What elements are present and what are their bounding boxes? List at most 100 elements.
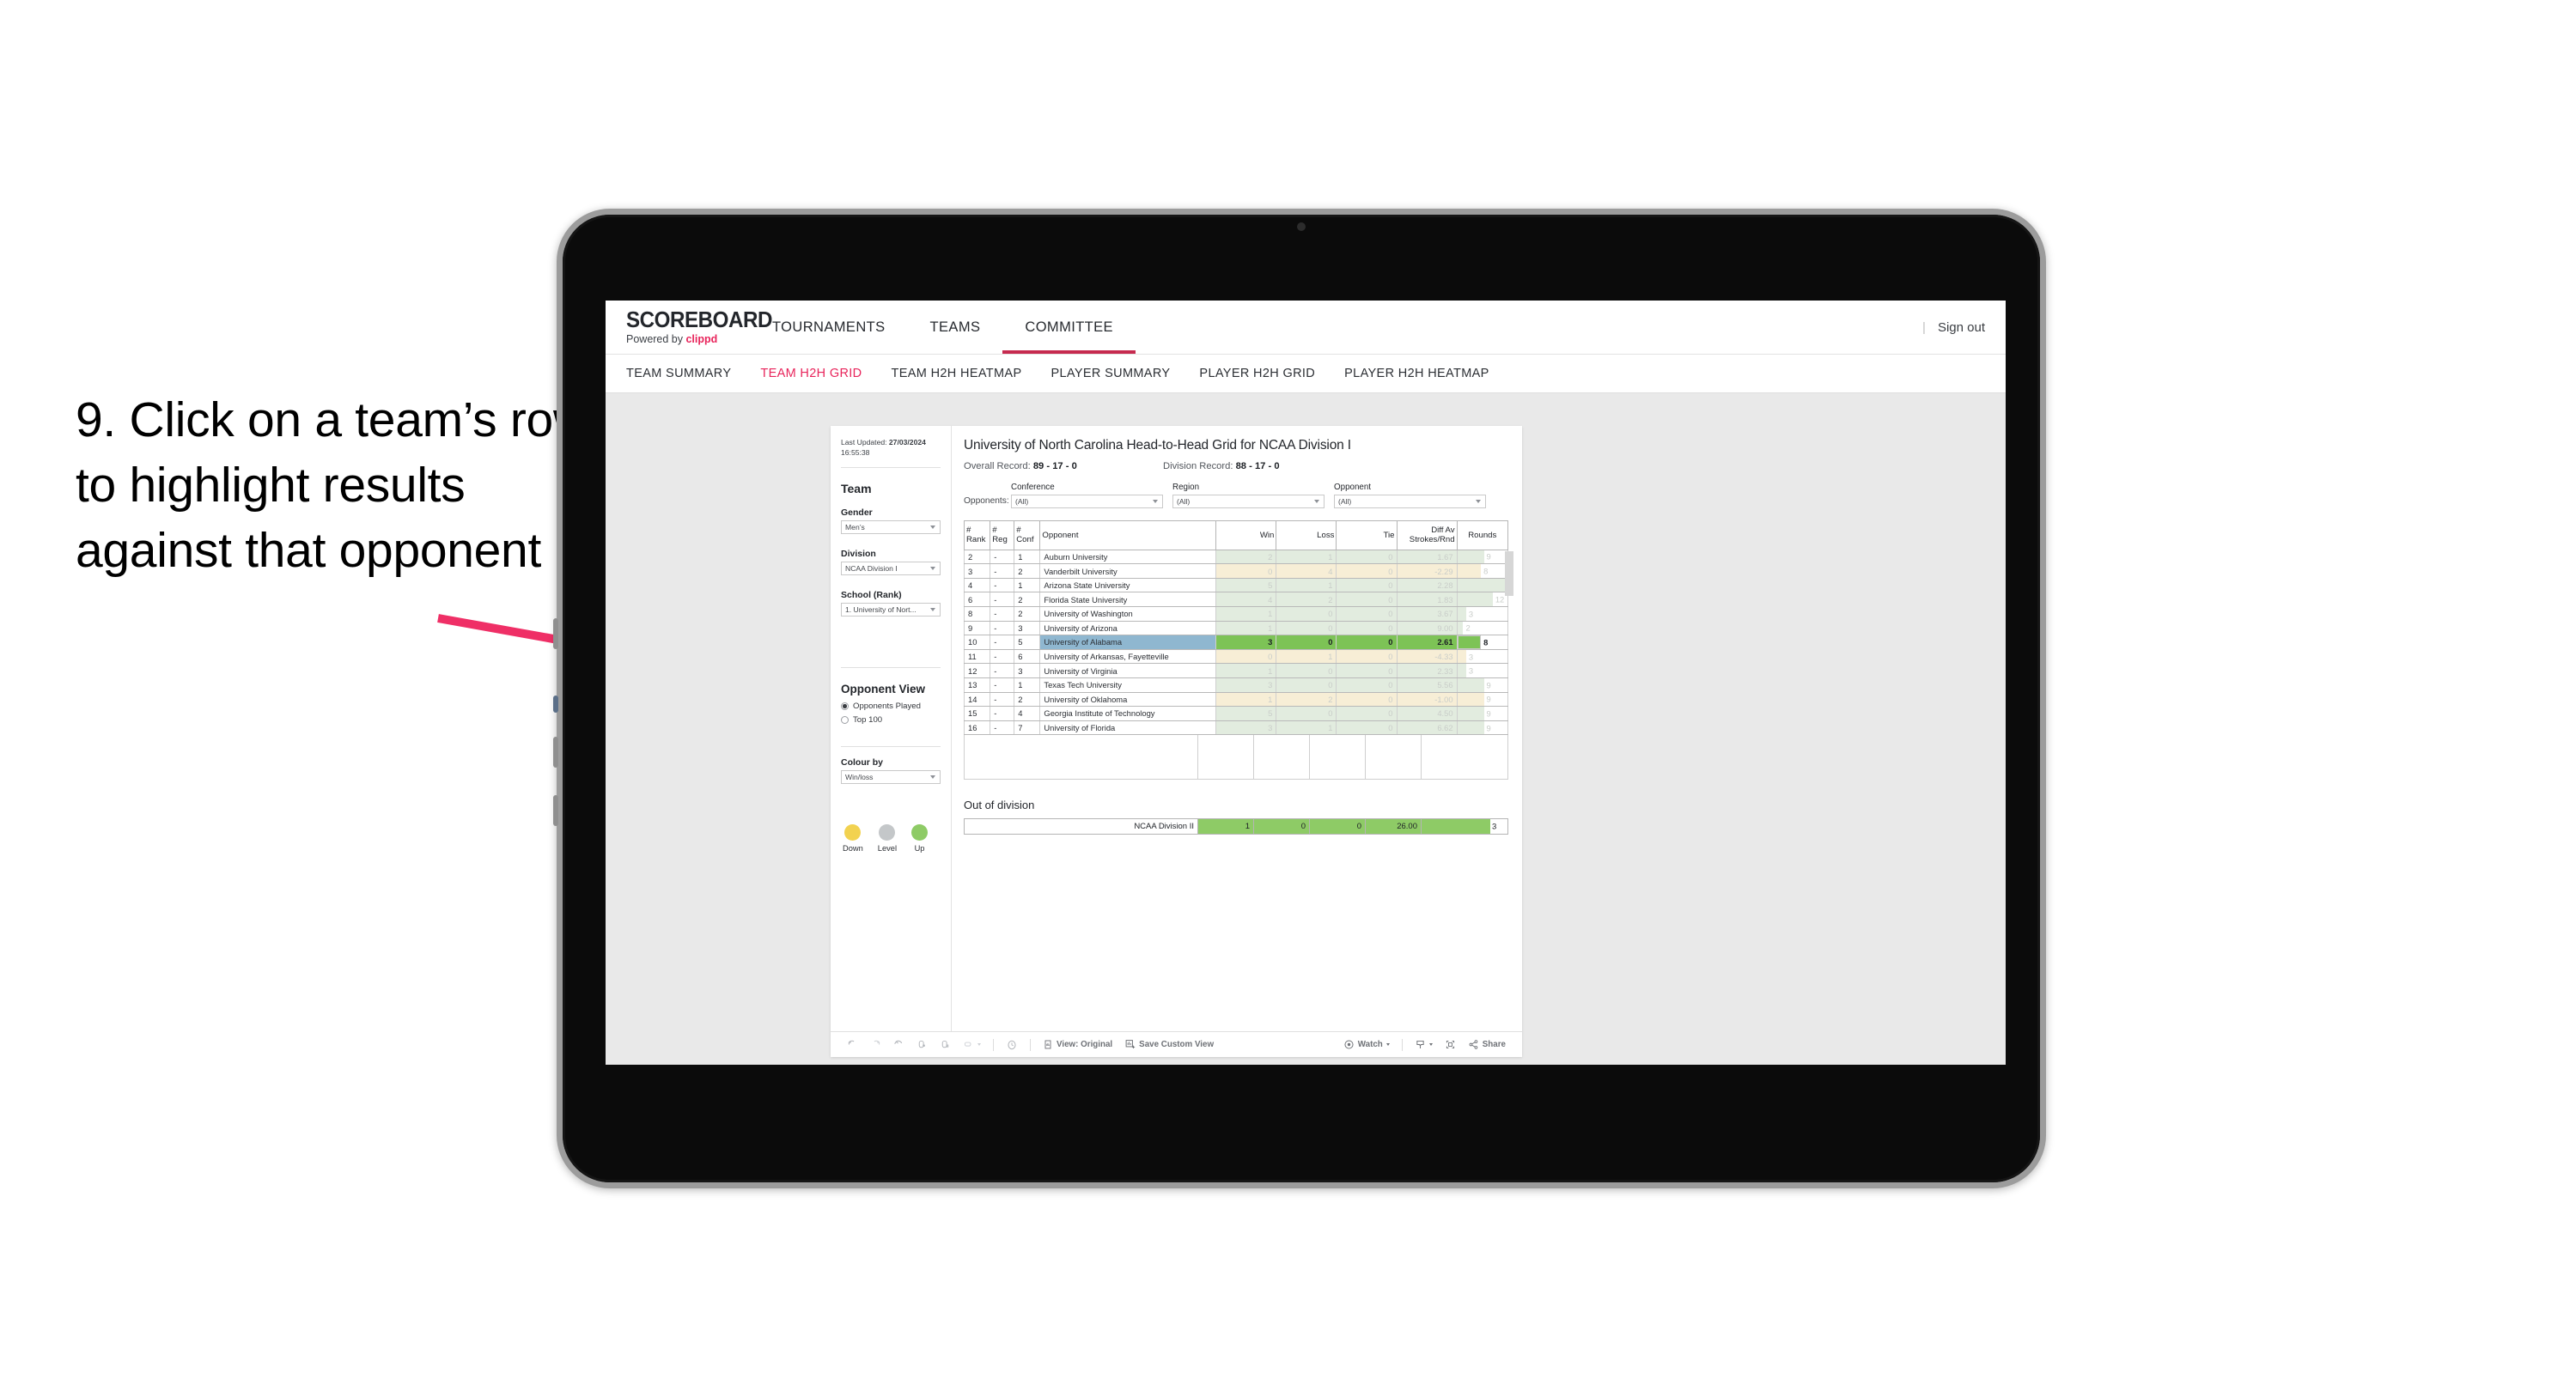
cell-tie: 0 <box>1336 692 1398 708</box>
cell-conf: 6 <box>1014 649 1041 665</box>
out-of-division-row[interactable]: NCAA Division II 1 0 0 26.00 3 <box>964 818 1508 835</box>
redo-button[interactable] <box>864 1039 887 1050</box>
cell-diff: -2.29 <box>1396 563 1458 579</box>
table-row[interactable]: 9-3 University of Arizona 1 0 0 9.00 2 <box>963 621 1509 636</box>
subnav-team-h2h-grid[interactable]: TEAM H2H GRID <box>760 367 862 380</box>
cell-reg: - <box>990 621 1015 636</box>
table-row[interactable]: 12-3 University of Virginia 1 0 0 2.33 3 <box>963 663 1509 678</box>
opponents-filter-label: Opponents: <box>964 496 1009 506</box>
table-row[interactable]: 13-1 Texas Tech University 3 0 0 5.56 9 <box>963 677 1509 693</box>
ood-win: 1 <box>1197 818 1254 835</box>
subnav-team-summary[interactable]: TEAM SUMMARY <box>626 367 731 380</box>
screenshot-root: 9. Click on a team’s row to highlight re… <box>0 0 2576 1385</box>
opponent-select[interactable]: (All) <box>1334 495 1486 508</box>
cell-opponent: Arizona State University <box>1039 578 1217 593</box>
cell-win: 3 <box>1215 720 1277 736</box>
rounds-bar <box>1458 635 1482 649</box>
division-record-label: Division Record: <box>1163 461 1233 471</box>
cell-diff: 9.00 <box>1396 621 1458 636</box>
cell-reg: - <box>990 720 1015 736</box>
table-row[interactable]: 10-5 University of Alabama 3 0 0 2.61 8 <box>963 635 1509 650</box>
watch-button[interactable]: Watch <box>1337 1039 1396 1050</box>
sign-out-link[interactable]: Sign out <box>1938 320 1985 335</box>
subnav-player-h2h-grid[interactable]: PLAYER H2H GRID <box>1199 367 1315 380</box>
legend-item-up: Up <box>911 824 929 853</box>
conference-select[interactable]: (All) <box>1011 495 1163 508</box>
workspace: Last Updated: 27/03/2024 16:55:38 Team G… <box>606 393 2006 1065</box>
table-row[interactable]: 16-7 University of Florida 3 1 0 6.62 9 <box>963 720 1509 736</box>
device-button-2[interactable] <box>553 696 558 713</box>
subnav-player-summary[interactable]: PLAYER SUMMARY <box>1050 367 1170 380</box>
cell-rounds: 3 <box>1456 663 1509 678</box>
team-section-heading: Team <box>841 482 872 496</box>
rounds-bar <box>1458 707 1484 720</box>
division-select[interactable]: NCAA Division I <box>841 562 941 576</box>
cell-opponent: University of Arkansas, Fayetteville <box>1039 649 1217 665</box>
last-updated-label: Last Updated: <box>841 438 887 446</box>
undo-button[interactable] <box>841 1039 864 1050</box>
rounds-value: 8 <box>1483 566 1489 576</box>
revert-button[interactable] <box>887 1039 910 1050</box>
cell-opponent: University of Florida <box>1039 720 1217 736</box>
save-custom-view-button[interactable]: Save Custom View <box>1118 1039 1220 1050</box>
cell-rounds: 8 <box>1456 563 1509 579</box>
refresh-button[interactable] <box>910 1039 934 1050</box>
table-row[interactable]: 11-6 University of Arkansas, Fayetteville… <box>963 649 1509 665</box>
table-scrollbar[interactable] <box>1505 551 1513 596</box>
pause-button[interactable] <box>957 1039 987 1050</box>
table-row[interactable]: 6-2 Florida State University 4 2 0 1.83 12 <box>963 592 1509 607</box>
colour-by-select[interactable]: Win/loss <box>841 770 941 785</box>
cell-rank: 8 <box>963 606 991 622</box>
col-loss: Loss <box>1276 520 1337 550</box>
school-field: School (Rank) 1. University of Nort... <box>841 590 941 617</box>
cell-conf: 1 <box>1014 677 1041 693</box>
rounds-value: 9 <box>1486 680 1491 690</box>
cell-opponent: University of Washington <box>1039 606 1217 622</box>
view-original-button[interactable]: View: Original <box>1037 1039 1118 1050</box>
viz-toolbar: View: Original Save Custom View Watch Sh… <box>831 1031 1522 1057</box>
nav-committee[interactable]: COMMITTEE <box>1002 301 1136 354</box>
radio-opponents-played[interactable]: Opponents Played <box>841 702 941 711</box>
radio-opponents-played-label: Opponents Played <box>853 702 921 712</box>
gender-select[interactable]: Men’s <box>841 520 941 535</box>
filter-conference: Conference (All) <box>1011 483 1163 508</box>
clock-icon-button[interactable] <box>1000 1039 1024 1051</box>
chevron-down-icon <box>930 525 935 530</box>
radio-top-100[interactable]: Top 100 <box>841 715 941 725</box>
download-button[interactable] <box>1409 1039 1439 1050</box>
cell-opponent: Auburn University <box>1039 550 1217 565</box>
region-select[interactable]: (All) <box>1172 495 1325 508</box>
brand-logo[interactable]: SCOREBOARD Powered by clippd <box>606 301 772 354</box>
chevron-down-icon <box>930 567 935 571</box>
rounds-bar <box>1458 621 1464 635</box>
cell-rank: 15 <box>963 706 991 721</box>
rounds-bar <box>1458 550 1484 563</box>
subnav-player-h2h-heatmap[interactable]: PLAYER H2H HEATMAP <box>1344 367 1489 380</box>
empty-c5 <box>1422 735 1507 779</box>
cell-rank: 11 <box>963 649 991 665</box>
table-row[interactable]: 3-2 Vanderbilt University 0 4 0 -2.29 8 <box>963 563 1509 579</box>
school-select[interactable]: 1. University of Nort... <box>841 603 941 617</box>
device-button-1[interactable] <box>553 618 558 649</box>
table-row[interactable]: 4-1Arizona State University5102.2817 <box>963 578 1509 593</box>
cell-reg: - <box>990 550 1015 565</box>
filters-panel: Last Updated: 27/03/2024 16:55:38 Team G… <box>831 426 952 1031</box>
subnav-team-h2h-heatmap[interactable]: TEAM H2H HEATMAP <box>892 367 1022 380</box>
cell-conf: 3 <box>1014 621 1041 636</box>
records-row: Overall Record: 89 - 17 - 0 Division Rec… <box>964 461 1508 471</box>
pause-autoupdate-button[interactable] <box>934 1039 957 1050</box>
legend-item-down: Down <box>843 824 863 853</box>
fullscreen-button[interactable] <box>1439 1039 1462 1050</box>
rounds-bar <box>1458 607 1466 621</box>
colour-legend: Down Level Up <box>841 824 941 853</box>
table-row[interactable]: 2-1 Auburn University 2 1 0 1.67 9 <box>963 550 1509 565</box>
nav-teams[interactable]: TEAMS <box>908 301 1003 354</box>
nav-tournaments[interactable]: TOURNAMENTS <box>750 301 908 354</box>
table-row[interactable]: 8-2 University of Washington 1 0 0 3.67 3 <box>963 606 1509 622</box>
table-row[interactable]: 15-4 Georgia Institute of Technology 5 0 0 4.… <box>963 706 1509 721</box>
chevron-down-icon <box>930 775 935 780</box>
device-button-3[interactable] <box>553 737 558 768</box>
table-row[interactable]: 14-2 University of Oklahoma 1 2 0 -1.00 9 <box>963 692 1509 708</box>
device-button-4[interactable] <box>553 795 558 826</box>
share-button[interactable]: Share <box>1462 1039 1512 1050</box>
